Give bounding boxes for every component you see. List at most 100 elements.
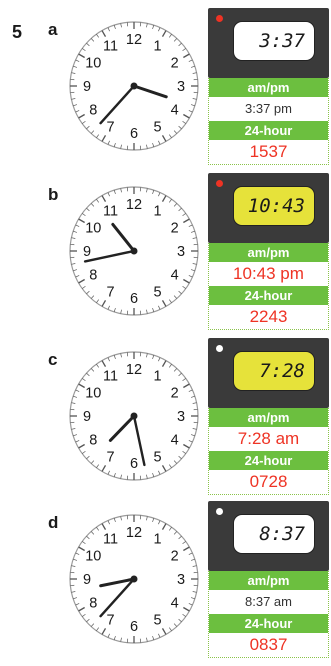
clock-number: 5 [153, 450, 161, 466]
analog-clock: 12 12 3 45678 9 1011 [69, 186, 199, 316]
exercise-row-c: c 12 1 2 3 4 5 6 7 8 9 10 11 7:28 am/pm 7:28 am 24-hour 0… [0, 338, 331, 498]
hour24-value: 1537 [249, 142, 288, 161]
clock-center [130, 575, 138, 583]
clock-center [130, 82, 138, 90]
ampm-value: 10:43 pm [233, 264, 304, 283]
clock-number: 9 [83, 79, 91, 95]
clock-number: 7 [106, 120, 114, 136]
exercise-row-b: b 12 1 2 3 4 5 6 7 8 9 10 11 10:43 am/pm 10:43 pm 24-hou… [0, 173, 331, 333]
digital-clock: 3:37 [208, 8, 329, 78]
clock-number: 12 [126, 525, 142, 541]
clock-number: 6 [130, 619, 138, 635]
clock-number: 11 [103, 531, 118, 547]
clock-number: 5 [153, 120, 161, 136]
status-light [216, 345, 223, 352]
digital-display: 10:43 [233, 186, 315, 226]
clock-number: 2 [171, 221, 179, 237]
clock-number: 9 [83, 409, 91, 425]
ampm-value: 8:37 am [245, 594, 292, 609]
clock-number: 11 [103, 38, 118, 54]
clock-number: 5 [153, 285, 161, 301]
clock-number: 9 [83, 244, 91, 260]
clock-number: 1 [153, 38, 161, 54]
item-letter: d [48, 513, 59, 532]
ampm-value: 3:37 pm [245, 101, 292, 116]
digital-clock: 10:43 [208, 173, 329, 243]
clock-number: 3 [177, 79, 185, 95]
clock-number: 10 [85, 56, 101, 72]
digital-clock: 7:28 [208, 338, 329, 408]
clock-number: 12 [126, 362, 142, 378]
clock-number: 8 [89, 103, 97, 119]
clock-number: 12 [126, 197, 142, 213]
clock-center [130, 412, 138, 420]
time-conversion-box: am/pm 7:28 am 24-hour 0728 [208, 408, 329, 495]
clock-number: 12 [126, 32, 142, 48]
hour24-value: 0728 [249, 472, 288, 491]
exercise-row-d: d 12 1 2 3 4 5 6 7 8 9 10 11 8:37 am/pm 8:37 am 24-hour 0… [0, 501, 331, 661]
clock-number: 4 [171, 433, 179, 449]
analog-clock: 12 12 3 45678 9 1011 [69, 351, 199, 481]
digital-display: 3:37 [233, 21, 315, 61]
status-light [216, 508, 223, 515]
ampm-label: am/pm [209, 571, 328, 590]
clock-number: 8 [89, 596, 97, 612]
time-panel: 10:43 am/pm 10:43 pm 24-hour 2243 [208, 173, 329, 330]
hour24-label: 24-hour [209, 451, 328, 470]
analog-clock: 12 12 3 45678 9 1011 [69, 514, 199, 644]
status-light [216, 180, 223, 187]
clock-center [130, 247, 138, 255]
time-conversion-box: am/pm 8:37 am 24-hour 0837 [208, 571, 329, 658]
clock-number: 2 [171, 549, 179, 565]
clock-number: 8 [89, 268, 97, 284]
clock-number: 11 [103, 203, 118, 219]
clock-number: 7 [106, 450, 114, 466]
item-letter: b [48, 185, 59, 204]
status-light [216, 15, 223, 22]
clock-number: 11 [103, 368, 118, 384]
clock-number: 3 [177, 409, 185, 425]
time-panel: 3:37 am/pm 3:37 pm 24-hour 1537 [208, 8, 329, 165]
time-panel: 7:28 am/pm 7:28 am 24-hour 0728 [208, 338, 329, 495]
clock-number: 2 [171, 386, 179, 402]
ampm-label: am/pm [209, 78, 328, 97]
clock-number: 10 [85, 386, 101, 402]
ampm-label: am/pm [209, 408, 328, 427]
clock-number: 1 [153, 203, 161, 219]
hour24-value: 2243 [249, 307, 288, 326]
clock-number: 3 [177, 244, 185, 260]
clock-number: 6 [130, 291, 138, 307]
ampm-label: am/pm [209, 243, 328, 262]
clock-number: 1 [153, 531, 161, 547]
clock-number: 1 [153, 368, 161, 384]
clock-number: 7 [106, 285, 114, 301]
item-letter: c [48, 350, 58, 369]
clock-number: 10 [85, 221, 101, 237]
exercise-row-a: a 12 1 2 3 4 5 6 7 8 9 10 11 3:37 am/pm 3:37 pm 24-hour 1… [0, 8, 331, 168]
item-letter: a [48, 20, 58, 39]
digital-clock: 8:37 [208, 501, 329, 571]
clock-number: 4 [171, 268, 179, 284]
clock-number: 2 [171, 56, 179, 72]
clock-number: 4 [171, 103, 179, 119]
clock-number: 10 [85, 549, 101, 565]
clock-number: 8 [89, 433, 97, 449]
time-panel: 8:37 am/pm 8:37 am 24-hour 0837 [208, 501, 329, 658]
time-conversion-box: am/pm 3:37 pm 24-hour 1537 [208, 78, 329, 165]
digital-display: 7:28 [233, 351, 315, 391]
hour24-value: 0837 [249, 635, 288, 654]
clock-number: 7 [106, 613, 114, 629]
analog-clock: 12 12 3 45678 9 1011 [69, 21, 199, 151]
hour24-label: 24-hour [209, 121, 328, 140]
hour24-label: 24-hour [209, 286, 328, 305]
clock-number: 5 [153, 613, 161, 629]
digital-display: 8:37 [233, 514, 315, 554]
clock-number: 4 [171, 596, 179, 612]
clock-number: 6 [130, 126, 138, 142]
ampm-value: 7:28 am [237, 429, 300, 448]
hour24-label: 24-hour [209, 614, 328, 633]
time-conversion-box: am/pm 10:43 pm 24-hour 2243 [208, 243, 329, 330]
clock-number: 6 [130, 456, 138, 472]
clock-number: 3 [177, 572, 185, 588]
clock-number: 9 [83, 572, 91, 588]
